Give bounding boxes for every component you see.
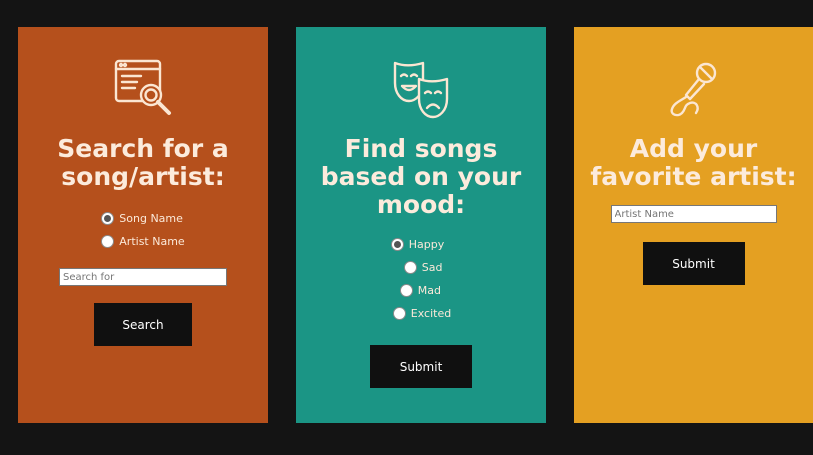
mad-label: Mad <box>417 284 441 297</box>
radio-option-happy[interactable]: Happy <box>390 233 445 256</box>
mood-card: Find songs based on your mood: Happy Sad… <box>296 27 546 423</box>
happy-radio[interactable] <box>390 238 404 251</box>
sad-radio[interactable] <box>403 261 417 274</box>
excited-radio[interactable] <box>392 307 406 320</box>
radio-option-mad[interactable]: Mad <box>399 279 441 302</box>
search-card: Search for a song/artist: Song Name Arti… <box>18 27 268 423</box>
radio-option-excited[interactable]: Excited <box>392 302 452 325</box>
search-window-icon <box>111 57 175 121</box>
excited-label: Excited <box>410 307 452 320</box>
mood-card-heading: Find songs based on your mood: <box>320 134 522 219</box>
search-card-heading: Search for a song/artist: <box>57 134 229 191</box>
search-input[interactable] <box>59 268 227 286</box>
artist-name-radio[interactable] <box>101 235 115 248</box>
song-name-label: Song Name <box>119 212 183 225</box>
song-name-radio[interactable] <box>101 212 115 225</box>
happy-label: Happy <box>408 238 445 251</box>
sad-label: Sad <box>421 261 443 274</box>
mood-submit-button[interactable]: Submit <box>370 345 472 388</box>
artist-card: Add your favorite artist: Submit <box>574 27 813 423</box>
page: Search for a song/artist: Song Name Arti… <box>0 0 813 455</box>
microphone-icon <box>662 57 726 121</box>
mood-radio-group: Happy Sad Mad Excited <box>390 233 452 325</box>
mad-radio[interactable] <box>399 284 413 297</box>
search-button[interactable]: Search <box>94 303 192 346</box>
radio-option-artist-name[interactable]: Artist Name <box>101 230 185 253</box>
radio-option-song-name[interactable]: Song Name <box>101 207 183 230</box>
artist-name-label: Artist Name <box>119 235 185 248</box>
radio-option-sad[interactable]: Sad <box>403 256 443 279</box>
artist-submit-button[interactable]: Submit <box>642 242 745 285</box>
artist-card-heading: Add your favorite artist: <box>590 134 797 191</box>
artist-name-input[interactable] <box>610 205 777 223</box>
search-type-radio-group: Song Name Artist Name <box>101 207 185 253</box>
theater-masks-icon <box>389 57 453 121</box>
